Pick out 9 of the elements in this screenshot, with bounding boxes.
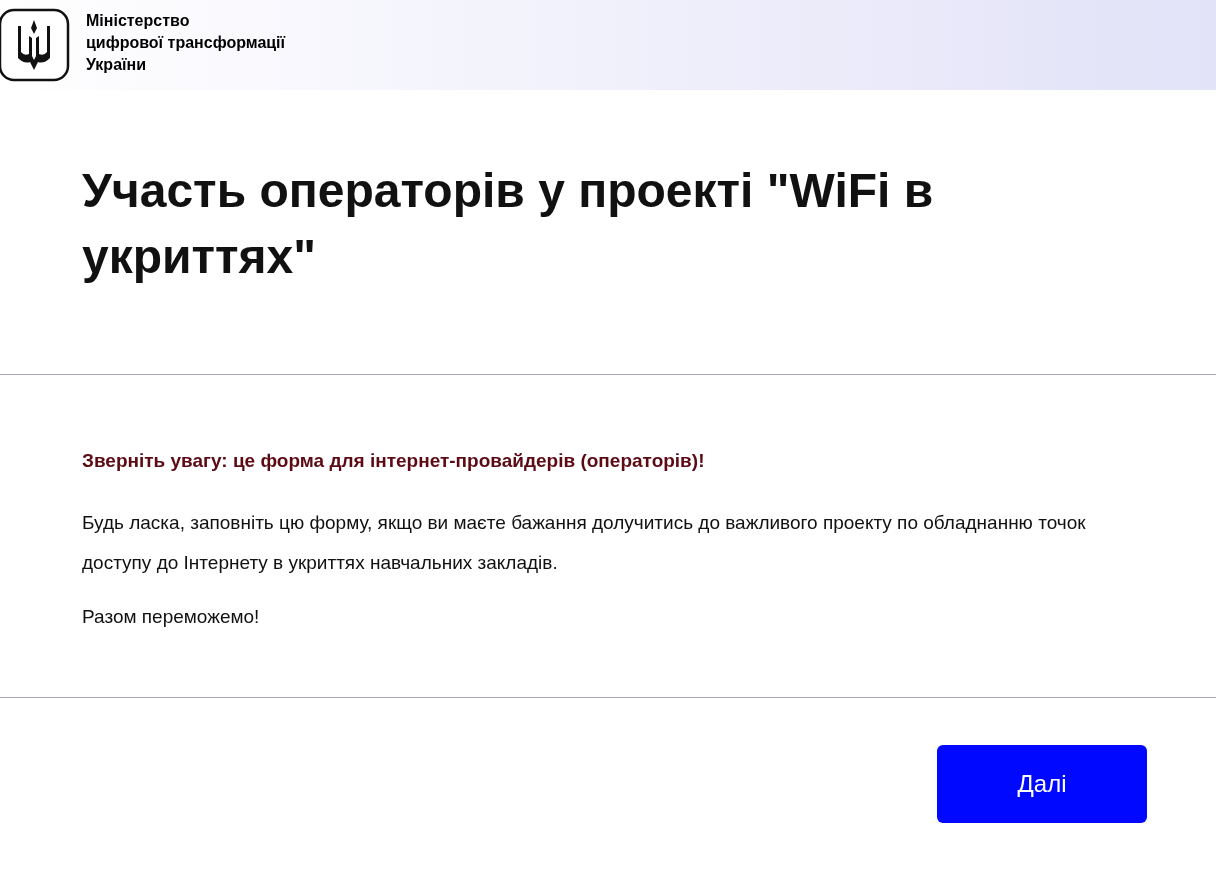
notice-text: Зверніть увагу: це форма для інтернет-провайдерів (операторів)! — [82, 449, 706, 473]
page-title: Участь операторів у проекті "WiFi в укриттях" — [82, 163, 935, 285]
organization-name-line: України — [86, 55, 148, 75]
description-text: Будь ласка, заповніть цю форму, якщо ви маєте бажання долучитись до важливого проекту по обладнанню точок доступу до Інтернету в укриттях навчальних закладів. — [82, 511, 1087, 575]
next-button[interactable]: Далі — [937, 745, 1147, 823]
organization-name-line: Міністерство — [86, 11, 191, 31]
closing-text: Разом переможемо! — [82, 605, 261, 629]
trident-logo-icon — [0, 8, 70, 82]
organization-name-line: цифрової трансформації — [86, 33, 286, 53]
